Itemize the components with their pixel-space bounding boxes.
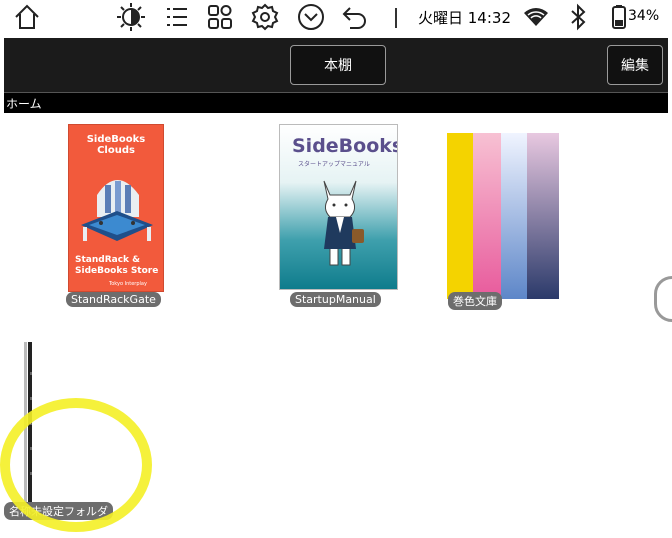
book-caption[interactable]: 巻色文庫 xyxy=(448,292,502,310)
brightness-icon[interactable] xyxy=(116,2,146,32)
apps-icon[interactable] xyxy=(205,2,235,32)
spine-yellow xyxy=(447,133,473,299)
status-bar: 火曜日 14:32 34% xyxy=(0,0,672,36)
status-divider xyxy=(395,8,397,28)
side-scroll-handle[interactable] xyxy=(654,276,672,322)
back-icon[interactable] xyxy=(340,2,370,32)
dropdown-icon[interactable] xyxy=(296,2,326,32)
battery-level: 34% xyxy=(628,8,660,24)
home-icon[interactable] xyxy=(12,2,42,32)
cover-author: Tokyo Interplay xyxy=(109,281,147,287)
breadcrumb[interactable]: ホーム xyxy=(6,95,42,112)
breadcrumb-bar: ホーム xyxy=(4,92,668,113)
settings-icon[interactable] xyxy=(250,2,280,32)
spine-pink xyxy=(473,133,501,299)
cover-illustration xyxy=(81,180,153,241)
edit-button[interactable]: 編集 xyxy=(607,45,663,85)
wifi-icon xyxy=(521,2,551,32)
cat-illustration xyxy=(323,180,364,266)
book-spines-stack[interactable] xyxy=(447,133,559,299)
spine-blue xyxy=(501,133,527,299)
toolbar: 本棚 編集 xyxy=(4,38,668,92)
book-cover-standrackgate[interactable]: SideBooks Clouds StandRack & SideBooks S… xyxy=(68,124,164,292)
bluetooth-icon xyxy=(563,2,593,32)
book-caption[interactable]: StartupManual xyxy=(290,292,381,307)
highlight-circle xyxy=(0,398,152,532)
cover-subtitle-line1: StandRack & xyxy=(75,255,141,265)
list-icon[interactable] xyxy=(162,2,192,32)
cover-title: SideBooks xyxy=(292,135,398,157)
cover-subtitle-line2: SideBooks Store xyxy=(75,266,159,276)
datetime: 火曜日 14:32 xyxy=(418,9,511,27)
cover-subtitle: スタートアップマニュアル xyxy=(298,161,370,168)
shelf-button[interactable]: 本棚 xyxy=(290,45,386,85)
spine-dark xyxy=(527,133,559,299)
book-caption[interactable]: StandRackGate xyxy=(66,292,161,307)
cover-subtitle: StandRack & SideBooks Store xyxy=(75,255,158,277)
cover-title: SideBooks Clouds xyxy=(86,134,146,156)
book-cover-startupmanual[interactable]: SideBooks スタートアップマニュアル xyxy=(279,124,398,290)
